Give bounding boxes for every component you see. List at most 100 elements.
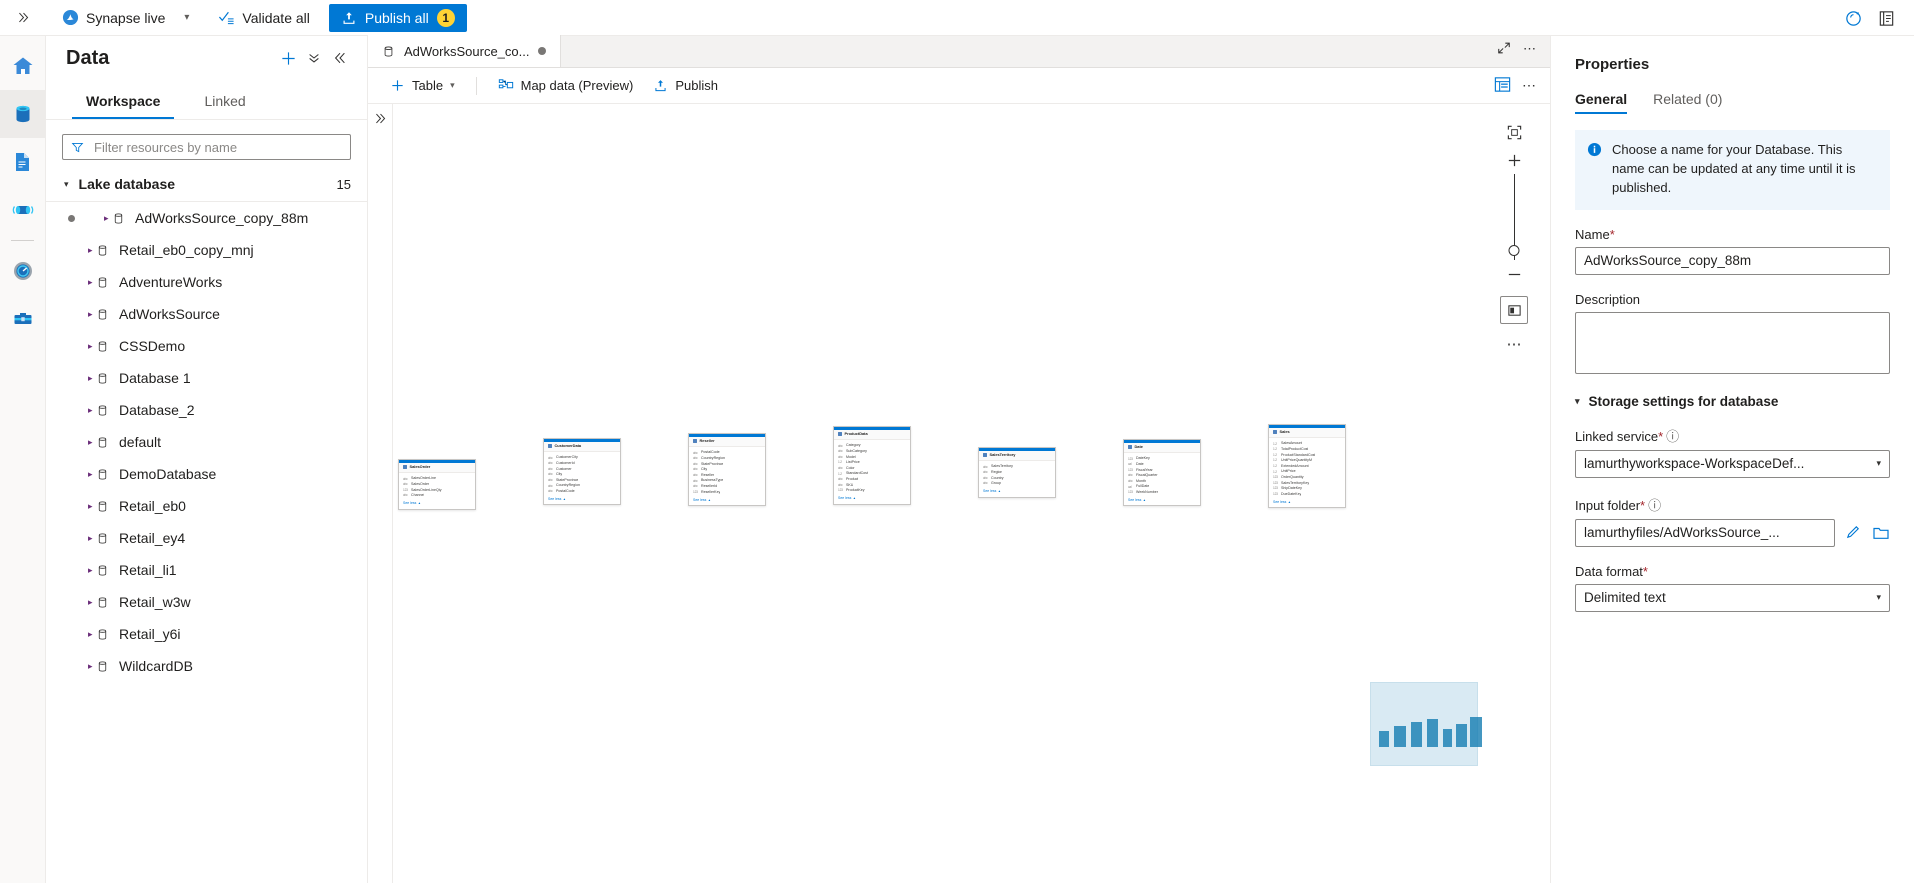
see-less-toggle[interactable]: See less ▴ [979, 488, 1055, 496]
rail-item-manage[interactable] [0, 295, 46, 343]
more-options-icon[interactable]: ⋯ [1523, 41, 1536, 57]
see-less-toggle[interactable]: See less ▴ [689, 497, 765, 505]
layout-icon[interactable] [1493, 75, 1512, 97]
zoom-slider[interactable] [1500, 174, 1528, 260]
panel-actions-button[interactable] [301, 45, 327, 71]
expand-nav-button[interactable] [0, 0, 46, 36]
add-table-button[interactable]: Table ▾ [382, 72, 463, 100]
zoom-slider-thumb[interactable] [1508, 245, 1520, 256]
input-folder-input[interactable]: lamurthyfiles/AdWorksSource_... [1575, 518, 1835, 547]
expand-caret-icon[interactable]: ▸ [88, 341, 93, 352]
storage-settings-section-toggle[interactable]: ▾ Storage settings for database [1575, 394, 1890, 409]
toggle-minimap-button[interactable] [1500, 296, 1528, 324]
table-field-row[interactable]: 123 ProductKey [838, 488, 906, 494]
more-options-icon[interactable]: ⋯ [1522, 77, 1536, 94]
linked-service-select[interactable]: lamurthyworkspace-WorkspaceDef... ▾ [1575, 449, 1890, 478]
sidebar-item-database[interactable]: ▸ Retail_li1 [46, 554, 367, 586]
fit-to-screen-button[interactable] [1500, 118, 1528, 146]
rail-item-monitor[interactable] [0, 247, 46, 295]
table-card[interactable]: ProductData abc Category abc SubCategory abc M… [833, 426, 911, 505]
table-card-header[interactable]: Date [1124, 442, 1200, 454]
tab-related[interactable]: Related (0) [1653, 91, 1722, 114]
expand-editor-icon[interactable] [1497, 41, 1511, 58]
see-less-toggle[interactable]: See less ▴ [1269, 499, 1345, 507]
table-card[interactable]: Date 123 DateKey cal Date 123 FiscalYear abc Fis… [1123, 439, 1201, 507]
tab-general[interactable]: General [1575, 91, 1628, 114]
table-card-header[interactable]: ProductData [834, 429, 910, 441]
name-input[interactable]: AdWorksSource_copy_88m [1575, 246, 1890, 275]
rail-item-integrate[interactable] [0, 186, 46, 234]
sidebar-item-database[interactable]: ▸ CSSDemo [46, 330, 367, 362]
expand-caret-icon[interactable]: ▸ [104, 213, 109, 224]
expand-caret-icon[interactable]: ▸ [88, 373, 93, 384]
folder-browse-icon[interactable] [1872, 524, 1890, 542]
sidebar-item-database[interactable]: ▸ default [46, 426, 367, 458]
sidebar-item-database[interactable]: ▸ Retail_eb0_copy_mnj [46, 234, 367, 266]
expand-caret-icon[interactable]: ▸ [88, 469, 93, 480]
sidebar-item-database[interactable]: ▸ AdWorksSource_copy_88m [46, 202, 367, 234]
expand-caret-icon[interactable]: ▸ [88, 437, 93, 448]
sidebar-item-database[interactable]: ▸ AdWorksSource [46, 298, 367, 330]
expand-caret-icon[interactable]: ▸ [88, 405, 93, 416]
table-field-row[interactable]: 123 WeekNumber [1128, 489, 1196, 495]
publish-all-button[interactable]: Publish all 1 [328, 3, 467, 32]
filter-resources-field[interactable] [62, 134, 351, 160]
table-card-header[interactable]: CustomerData [544, 441, 620, 453]
see-less-toggle[interactable]: See less ▴ [399, 500, 475, 508]
pencil-edit-icon[interactable] [1845, 524, 1862, 541]
sidebar-item-database[interactable]: ▸ Retail_y6i [46, 618, 367, 650]
notebook-icon[interactable] [1877, 9, 1896, 28]
expand-caret-icon[interactable]: ▸ [88, 661, 93, 672]
sidebar-item-database[interactable]: ▸ Retail_ey4 [46, 522, 367, 554]
expand-caret-icon[interactable]: ▸ [88, 309, 93, 320]
tab-workspace[interactable]: Workspace [64, 84, 182, 119]
canvas-more-options-button[interactable]: ⋯ [1500, 330, 1528, 358]
see-less-toggle[interactable]: See less ▴ [1124, 497, 1200, 505]
table-card-header[interactable]: Sales [1269, 427, 1345, 439]
table-field-row[interactable]: 123 ResellerKey [693, 489, 761, 495]
collapse-panel-button[interactable] [327, 45, 353, 71]
expand-caret-icon[interactable]: ▸ [88, 501, 93, 512]
description-textarea[interactable] [1575, 311, 1890, 374]
rail-item-home[interactable] [0, 42, 46, 90]
info-circle-icon[interactable]: ⓘ [1648, 498, 1661, 513]
sidebar-item-database[interactable]: ▸ AdventureWorks [46, 266, 367, 298]
table-card[interactable]: Sales 1.2 SalesAmount 1.2 TotalProductCost 1.… [1268, 424, 1346, 509]
table-field-row[interactable]: abc Group [983, 481, 1051, 487]
see-less-toggle[interactable]: See less ▴ [544, 496, 620, 504]
canvas-minimap[interactable] [1370, 682, 1482, 766]
sidebar-item-database[interactable]: ▸ Retail_w3w [46, 586, 367, 618]
rail-item-data[interactable] [0, 90, 46, 138]
expand-caret-icon[interactable]: ▸ [88, 565, 93, 576]
publish-button[interactable]: Publish [645, 72, 726, 100]
table-card-header[interactable]: SalesTerritory [979, 450, 1055, 462]
table-card[interactable]: SalesTerritory abc SalesTerritory abc Region… [978, 447, 1056, 498]
rail-item-develop[interactable] [0, 138, 46, 186]
expand-caret-icon[interactable]: ▸ [88, 533, 93, 544]
table-field-row[interactable]: abc Channel [403, 493, 471, 499]
zoom-out-button[interactable] [1500, 260, 1528, 288]
info-circle-icon[interactable]: ⓘ [1666, 429, 1679, 444]
tab-linked[interactable]: Linked [182, 84, 267, 119]
sidebar-item-database[interactable]: ▸ Database 1 [46, 362, 367, 394]
add-resource-button[interactable] [275, 45, 301, 71]
table-card-header[interactable]: SalesOrder [399, 462, 475, 474]
table-card[interactable]: SalesOrder abc SalesOrderLine abc SalesOrder… [398, 459, 476, 510]
table-field-row[interactable]: abc PostalCode [548, 488, 616, 494]
sidebar-item-database[interactable]: ▸ DemoDatabase [46, 458, 367, 490]
lake-database-group-header[interactable]: ▾ Lake database 15 [46, 169, 367, 199]
help-feedback-icon[interactable] [1844, 9, 1863, 28]
table-card-header[interactable]: Reseller [689, 436, 765, 448]
map-data-button[interactable]: Map data (Preview) [490, 72, 642, 100]
table-card[interactable]: CustomerData abc CustomerCity abc CustomerId… [543, 438, 621, 506]
see-less-toggle[interactable]: See less ▴ [834, 495, 910, 503]
expand-left-panel-button[interactable] [374, 112, 387, 128]
expand-caret-icon[interactable]: ▸ [88, 245, 93, 256]
zoom-in-button[interactable] [1500, 146, 1528, 174]
expand-caret-icon[interactable]: ▸ [88, 629, 93, 640]
expand-caret-icon[interactable]: ▸ [88, 597, 93, 608]
filter-resources-input[interactable] [92, 138, 342, 156]
table-card[interactable]: Reseller abc PostalCode abc CountryRegion abc… [688, 433, 766, 506]
table-field-row[interactable]: 123 DueDateKey [1273, 491, 1341, 497]
expand-caret-icon[interactable]: ▸ [88, 277, 93, 288]
